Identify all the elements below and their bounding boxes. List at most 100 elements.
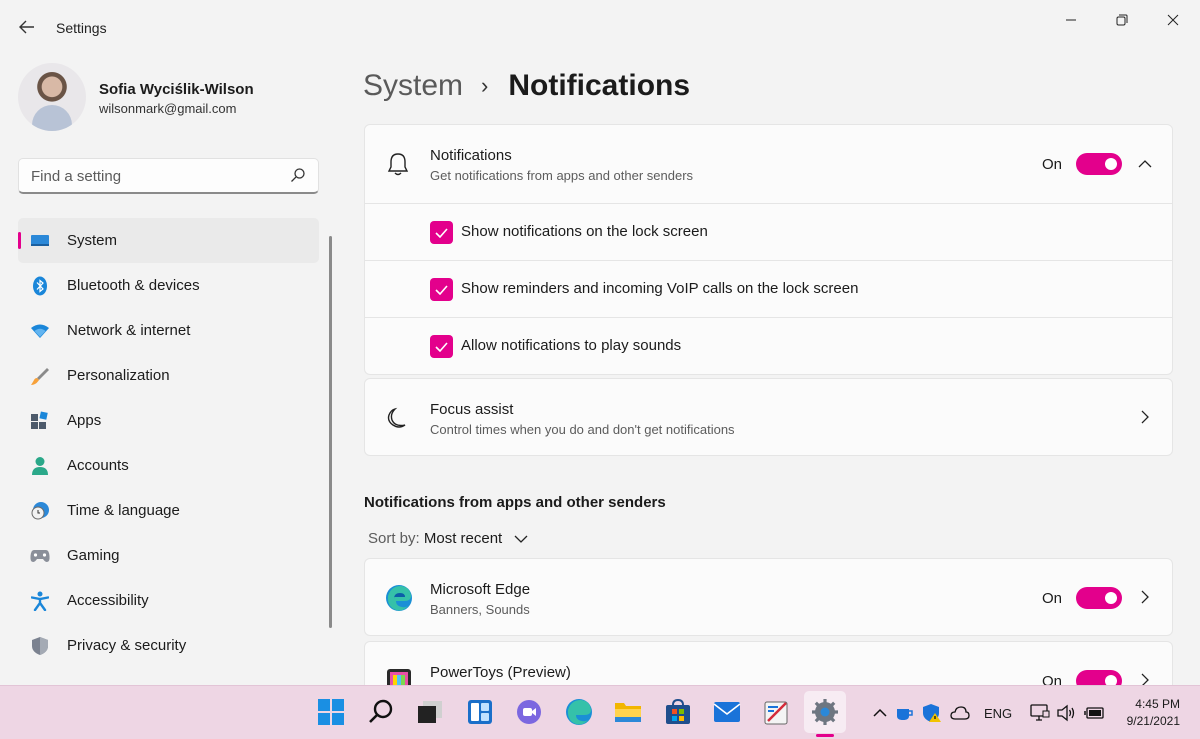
- focus-assist-row[interactable]: Focus assist Control times when you do a…: [365, 379, 1172, 455]
- accounts-icon: [30, 456, 50, 476]
- network-monitor-icon[interactable]: [1030, 703, 1050, 723]
- wifi-icon: [30, 321, 50, 341]
- sidebar-item-time-language[interactable]: Time & language: [18, 488, 319, 533]
- search-icon[interactable]: [290, 167, 306, 183]
- search-icon[interactable]: [365, 696, 397, 728]
- sidebar-item-accounts[interactable]: Accounts: [18, 443, 319, 488]
- snipping-icon[interactable]: [761, 696, 793, 728]
- toggle-state-label: On: [1041, 590, 1062, 607]
- sidebar-item-label: Privacy & security: [67, 637, 187, 654]
- voip-reminders-checkbox[interactable]: [430, 278, 453, 301]
- option-row[interactable]: Show reminders and incoming VoIP calls o…: [365, 260, 1172, 317]
- window-title: Settings: [56, 20, 107, 36]
- store-icon[interactable]: [662, 696, 694, 728]
- sidebar-item-label: Network & internet: [67, 322, 191, 339]
- profile-name: Sofia Wyciślik-Wilson: [99, 81, 254, 98]
- breadcrumb-parent[interactable]: System: [363, 69, 463, 103]
- sidebar-item-accessibility[interactable]: Accessibility: [18, 578, 319, 623]
- user-profile[interactable]: Sofia Wyciślik-Wilson wilsonmark@gmail.c…: [18, 63, 328, 133]
- notifications-toggle[interactable]: [1076, 153, 1122, 175]
- sidebar-item-label: Accessibility: [67, 592, 149, 609]
- lock-screen-checkbox[interactable]: [430, 221, 453, 244]
- sidebar-item-privacy-security[interactable]: Privacy & security: [18, 623, 319, 668]
- sidebar-item-label: Gaming: [67, 547, 120, 564]
- battery-icon[interactable]: [1084, 703, 1104, 723]
- clock-date: 9/21/2021: [1126, 714, 1180, 728]
- moon-icon: [385, 405, 411, 431]
- start-icon[interactable]: [315, 696, 347, 728]
- file-explorer-icon[interactable]: [612, 696, 644, 728]
- close-icon[interactable]: [1153, 6, 1193, 34]
- chevron-up-icon[interactable]: [870, 703, 890, 723]
- back-arrow-icon[interactable]: [14, 14, 40, 40]
- shield-icon: [30, 636, 50, 656]
- active-app-indicator: [816, 734, 834, 737]
- app-notifications-toggle[interactable]: [1076, 587, 1122, 609]
- title-bar: Settings: [0, 0, 1200, 56]
- chevron-down-icon[interactable]: [514, 531, 528, 548]
- bell-icon: [385, 151, 411, 177]
- clock-globe-icon: [30, 501, 50, 521]
- sidebar-item-label: Personalization: [67, 367, 170, 384]
- focus-assist-subtitle: Control times when you do and don't get …: [430, 422, 735, 437]
- chevron-right-icon[interactable]: [1136, 588, 1154, 606]
- sidebar-item-label: Apps: [67, 412, 102, 429]
- notifications-header-row[interactable]: Notifications Get notifications from app…: [365, 125, 1172, 203]
- play-sounds-checkbox[interactable]: [430, 335, 453, 358]
- maximize-icon[interactable]: [1102, 6, 1142, 34]
- sidebar-item-label: Accounts: [67, 457, 129, 474]
- sidebar-item-network[interactable]: Network & internet: [18, 308, 319, 353]
- search-input[interactable]: Find a setting: [18, 158, 319, 194]
- sidebar-item-label: Bluetooth & devices: [67, 277, 200, 294]
- chevron-up-icon[interactable]: [1136, 155, 1154, 173]
- edge-icon[interactable]: [563, 696, 595, 728]
- sidebar-item-label: Time & language: [67, 502, 180, 519]
- page-title: Notifications: [508, 69, 691, 102]
- app-name: Microsoft Edge: [430, 581, 531, 598]
- option-row[interactable]: Show notifications on the lock screen: [365, 203, 1172, 260]
- notifications-title: Notifications: [430, 147, 512, 164]
- app-row[interactable]: Microsoft Edge Banners, Sounds On: [365, 559, 1172, 635]
- profile-email: wilsonmark@gmail.com: [99, 101, 237, 116]
- chevron-right-icon: [1136, 408, 1154, 426]
- language-indicator[interactable]: ENG: [984, 706, 1012, 721]
- sidebar-item-apps[interactable]: Apps: [18, 398, 319, 443]
- clock-time: 4:45 PM: [1135, 697, 1180, 711]
- taskbar-clock[interactable]: 4:45 PM 9/21/2021: [1127, 696, 1180, 730]
- search-placeholder: Find a setting: [31, 168, 122, 185]
- app-detail: Banners, Sounds: [430, 602, 530, 617]
- notifications-card: Notifications Get notifications from app…: [364, 124, 1173, 375]
- apps-icon: [30, 411, 50, 431]
- app-name: PowerToys (Preview): [430, 664, 571, 681]
- mail-icon[interactable]: [711, 696, 743, 728]
- option-row[interactable]: Allow notifications to play sounds: [365, 317, 1172, 374]
- option-label: Show notifications on the lock screen: [461, 223, 708, 240]
- cup-icon[interactable]: [895, 703, 915, 723]
- settings-icon[interactable]: [804, 691, 846, 733]
- bluetooth-icon: [30, 276, 50, 296]
- sidebar-item-label: System: [67, 232, 118, 249]
- cloud-icon[interactable]: [950, 703, 970, 723]
- sidebar-scrollbar[interactable]: [329, 236, 332, 628]
- focus-assist-card[interactable]: Focus assist Control times when you do a…: [364, 378, 1173, 456]
- brush-icon: [30, 366, 50, 386]
- app-card-edge[interactable]: Microsoft Edge Banners, Sounds On: [364, 558, 1173, 636]
- security-warning-icon[interactable]: [922, 703, 942, 723]
- sidebar-nav: System Bluetooth & devices Network & int…: [18, 218, 319, 668]
- chat-icon[interactable]: [513, 696, 545, 728]
- minimize-icon[interactable]: [1051, 6, 1091, 34]
- chevron-right-icon: ›: [481, 73, 489, 98]
- sort-dropdown[interactable]: Sort by: Most recent: [368, 530, 528, 548]
- sort-value[interactable]: Most recent: [424, 530, 502, 547]
- accessibility-icon: [30, 591, 50, 611]
- sidebar-item-personalization[interactable]: Personalization: [18, 353, 319, 398]
- sort-label: Sort by:: [368, 530, 420, 547]
- volume-icon[interactable]: [1056, 703, 1076, 723]
- sidebar-item-bluetooth[interactable]: Bluetooth & devices: [18, 263, 319, 308]
- focus-assist-title: Focus assist: [430, 401, 514, 418]
- widgets-icon[interactable]: [464, 696, 496, 728]
- sidebar-item-gaming[interactable]: Gaming: [18, 533, 319, 578]
- sidebar-item-system[interactable]: System: [18, 218, 319, 263]
- task-view-icon[interactable]: [414, 696, 446, 728]
- edge-icon: [385, 584, 413, 612]
